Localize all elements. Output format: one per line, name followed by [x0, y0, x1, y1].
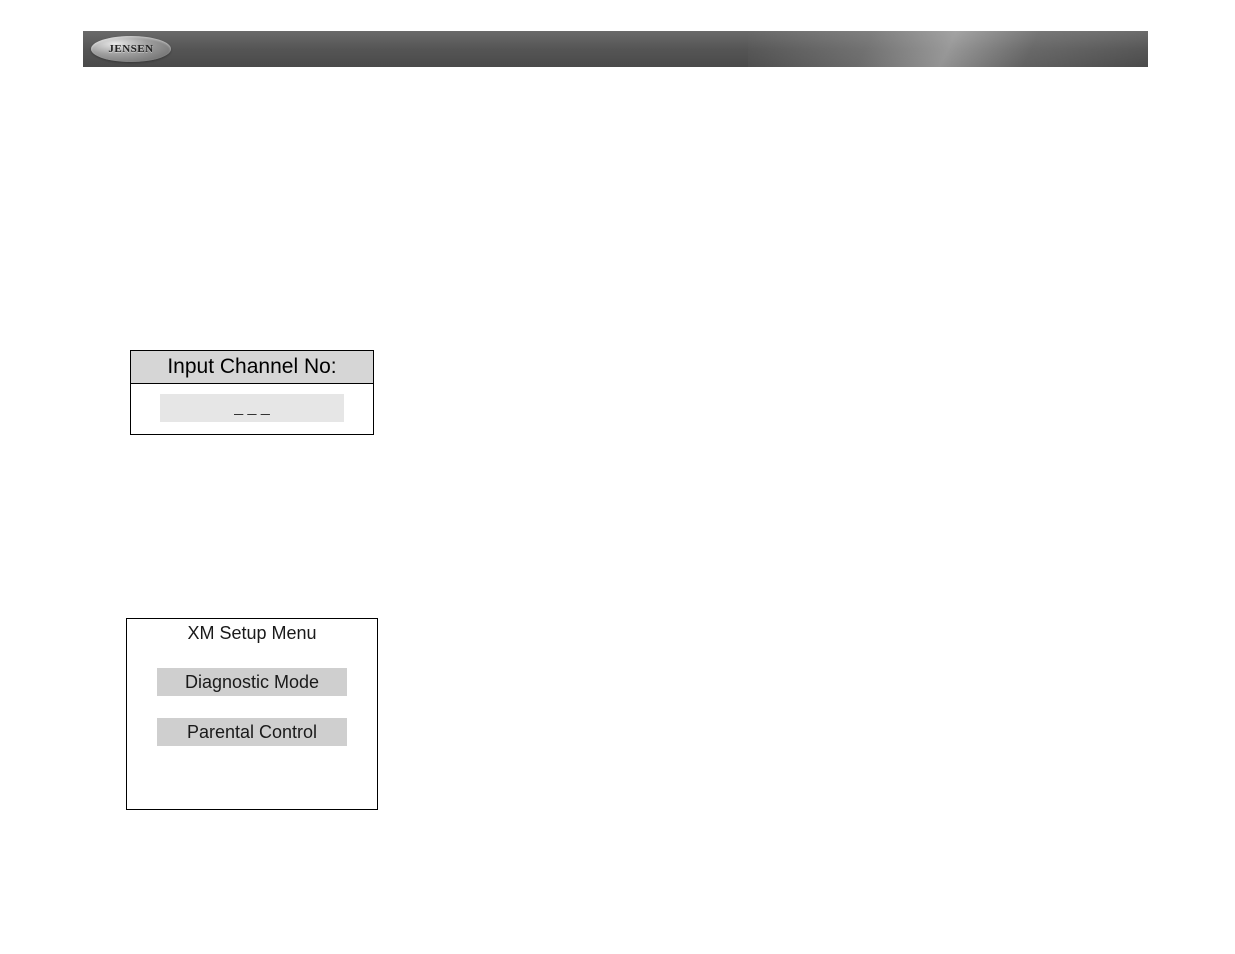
brand-logo: JENSEN: [91, 36, 171, 62]
xm-setup-menu-title: XM Setup Menu: [127, 619, 377, 650]
menu-item-diagnostic-mode[interactable]: Diagnostic Mode: [157, 668, 347, 696]
xm-setup-menu-panel: XM Setup Menu Diagnostic Mode Parental C…: [126, 618, 378, 810]
header-bar: JENSEN: [83, 31, 1148, 67]
input-channel-field[interactable]: _ _ _: [160, 394, 344, 422]
menu-item-parental-control[interactable]: Parental Control: [157, 718, 347, 746]
brand-logo-text: JENSEN: [108, 43, 153, 55]
xm-setup-menu-items: Diagnostic Mode Parental Control: [127, 650, 377, 746]
input-channel-panel: Input Channel No: _ _ _: [130, 350, 374, 435]
input-channel-body: _ _ _: [131, 384, 373, 434]
input-channel-title: Input Channel No:: [131, 351, 373, 384]
